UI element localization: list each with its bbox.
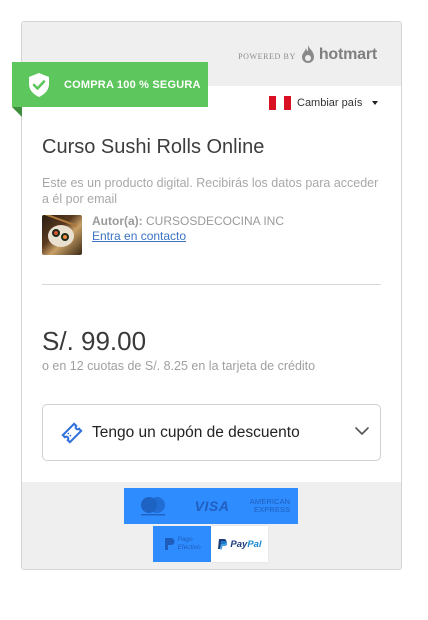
installments-text: o en 12 cuotas de S/. 8.25 en la tarjeta… <box>42 359 316 373</box>
peru-flag-icon <box>269 96 291 110</box>
amex-text: AMERICAN EXPRESS <box>250 498 290 514</box>
paypal-pal: Pal <box>247 538 262 550</box>
powered-by-label: POWERED BY <box>238 52 296 61</box>
powered-by-hotmart: POWERED BY hotmart <box>238 44 377 66</box>
paypal-pay: Pay <box>230 538 248 550</box>
flag-stripe-right <box>283 96 291 110</box>
coupon-toggle[interactable]: Tengo un cupón de descuento <box>42 404 381 461</box>
ticket-icon <box>61 421 83 444</box>
pagoefectivo-icon <box>165 538 175 550</box>
product-description: Este es un producto digital. Recibirás l… <box>42 176 379 206</box>
badge-fold <box>12 107 22 117</box>
coupon-label: Tengo un cupón de descuento <box>92 423 300 441</box>
amex-line2: EXPRESS <box>254 505 291 514</box>
shield-check-icon <box>29 72 49 97</box>
price: S/. 99.00 <box>42 326 147 356</box>
pagoefectivo-line2: Efectivo <box>177 544 201 551</box>
secure-purchase-label: COMPRA 100 % SEGURA <box>64 78 201 91</box>
thumb-roll <box>61 233 69 241</box>
country-selector[interactable]: Cambiar país <box>269 96 379 110</box>
product-thumbnail <box>42 215 82 255</box>
author-name: CURSOSDECOCINA INC <box>146 214 285 228</box>
pagoefectivo-line1: Pago <box>177 536 193 543</box>
hotmart-flame-icon <box>301 45 314 63</box>
mastercard-logo <box>124 488 182 524</box>
visa-logo: VISA <box>182 488 242 524</box>
payment-methods-bar: VISA AMERICAN EXPRESS Pago Efectivo PayP… <box>22 482 401 569</box>
divider <box>42 284 381 285</box>
chevron-down-icon <box>355 427 369 435</box>
mastercard-icon <box>141 497 165 516</box>
paypal-p-icon <box>218 539 228 550</box>
flag-stripe-center <box>276 96 284 110</box>
paypal-logo: PayPal <box>211 526 268 562</box>
paypal-text: PayPal <box>230 539 261 550</box>
pagoefectivo-logo: Pago Efectivo <box>153 526 211 562</box>
caret-down-icon <box>372 101 379 105</box>
author-key: Autor(a): <box>92 214 143 228</box>
author-meta: Autor(a): CURSOSDECOCINA INC Entra en co… <box>92 214 284 255</box>
hotmart-brand: hotmart <box>318 46 377 63</box>
pagoefectivo-text: Pago Efectivo <box>177 536 200 552</box>
product-title: Curso Sushi Rolls Online <box>42 136 265 158</box>
author-row: Autor(a): CURSOSDECOCINA INC Entra en co… <box>42 214 284 255</box>
country-selector-label: Cambiar país <box>297 97 363 109</box>
flag-stripe-left <box>269 96 277 110</box>
author-line: Autor(a): CURSOSDECOCINA INC <box>92 214 284 229</box>
thumb-roll <box>52 229 60 237</box>
amex-logo: AMERICAN EXPRESS <box>242 488 298 524</box>
contact-link[interactable]: Entra en contacto <box>92 229 186 243</box>
secure-purchase-badge: COMPRA 100 % SEGURA <box>12 62 208 107</box>
visa-text: VISA <box>194 498 230 514</box>
